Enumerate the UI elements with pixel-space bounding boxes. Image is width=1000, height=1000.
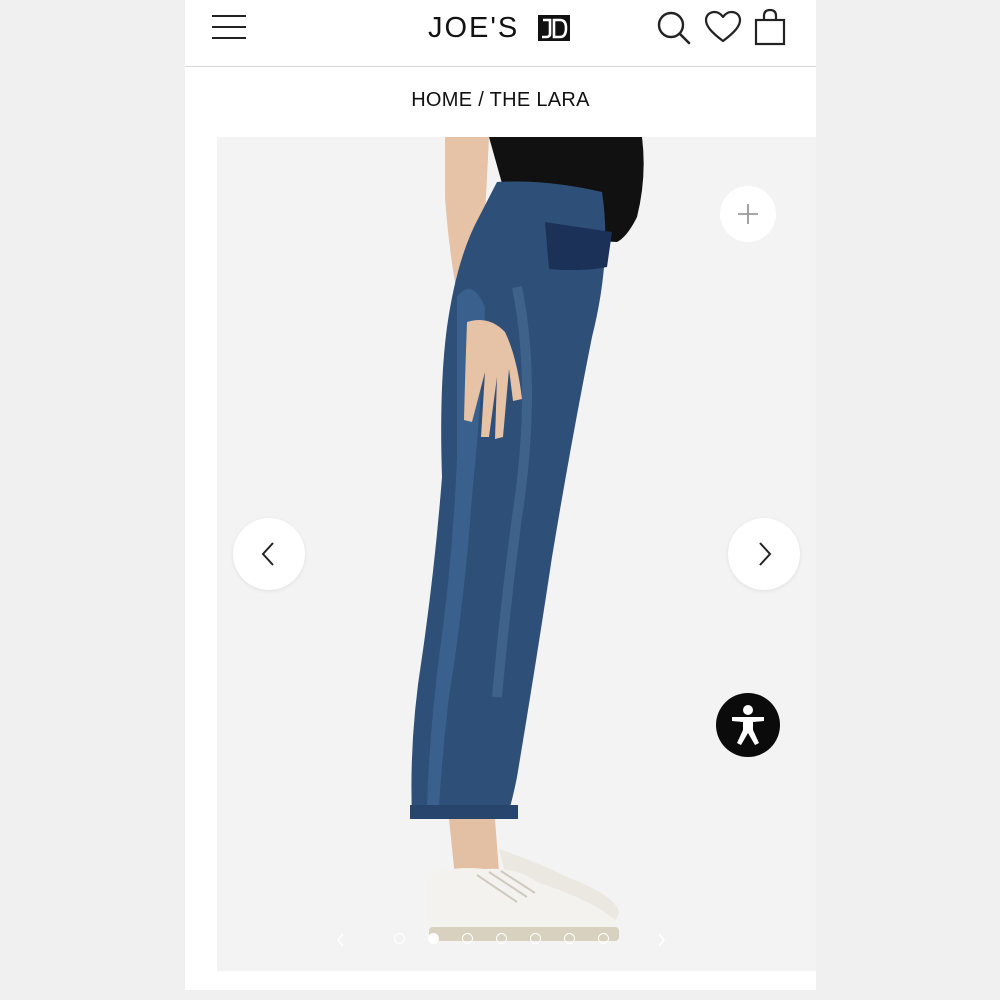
bag-icon (754, 8, 786, 46)
product-image (410, 137, 644, 941)
search-button[interactable] (654, 8, 694, 48)
plus-icon (738, 204, 758, 224)
breadcrumb-separator: / (478, 89, 485, 111)
logo-text: JOE'S (428, 12, 520, 44)
chevron-right-icon (759, 542, 772, 566)
chevron-left-icon (261, 542, 274, 566)
pagination-prev[interactable] (334, 930, 348, 950)
product-image-gallery[interactable] (217, 137, 816, 971)
breadcrumb-home-link[interactable]: HOME (411, 89, 472, 111)
search-icon (657, 11, 691, 45)
pagination-dot-active[interactable] (428, 933, 439, 944)
pagination-dot[interactable] (564, 933, 575, 944)
pagination-dot[interactable] (530, 933, 541, 944)
site-header: JOE'S (185, 0, 816, 67)
previous-image-button[interactable] (233, 518, 305, 590)
breadcrumb-current[interactable]: THE LARA (490, 89, 590, 111)
breadcrumb: HOME / THE LARA (185, 89, 816, 112)
wishlist-button[interactable] (703, 8, 743, 48)
chevron-left-icon (336, 933, 344, 947)
accessibility-icon (732, 705, 764, 745)
product-page: JOE'S HOME / THE LARA (185, 0, 816, 990)
accessibility-button[interactable] (716, 693, 780, 757)
pagination-dot[interactable] (462, 933, 473, 944)
menu-icon (212, 15, 246, 17)
carousel-pagination (217, 930, 816, 950)
pagination-dot[interactable] (496, 933, 507, 944)
zoom-button[interactable] (720, 186, 776, 242)
heart-icon (704, 10, 742, 43)
menu-button[interactable] (212, 13, 248, 41)
menu-icon-bar (212, 37, 246, 39)
logo-mark-icon (538, 15, 570, 41)
menu-icon-bar (212, 26, 246, 28)
pagination-dot[interactable] (598, 933, 609, 944)
chevron-right-icon (658, 933, 666, 947)
cart-button[interactable] (751, 8, 791, 48)
next-image-button[interactable] (728, 518, 800, 590)
pagination-next[interactable] (654, 930, 668, 950)
pagination-dot[interactable] (394, 933, 405, 944)
